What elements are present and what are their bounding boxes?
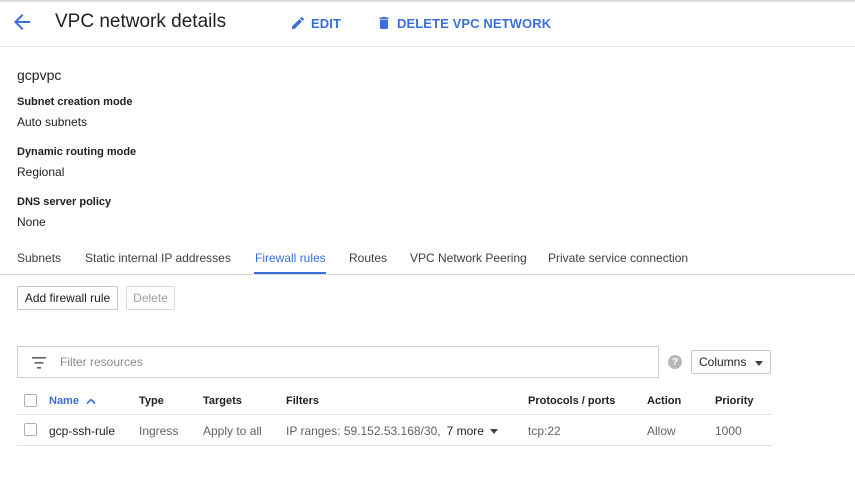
rule-targets: Apply to all xyxy=(203,424,262,438)
more-filters-toggle[interactable]: 7 more xyxy=(447,424,498,438)
row-checkbox[interactable] xyxy=(24,423,37,436)
page-title: VPC network details xyxy=(55,11,227,32)
chevron-down-icon xyxy=(489,429,498,435)
chevron-down-icon xyxy=(755,361,763,366)
rule-type: Ingress xyxy=(139,424,179,438)
column-header-action[interactable]: Action xyxy=(647,395,681,407)
help-icon[interactable]: ? xyxy=(668,355,682,369)
firewall-rules-table: Name Type Targets Filters Protocols / po… xyxy=(17,388,771,446)
rule-name[interactable]: gcp-ssh-rule xyxy=(49,424,115,438)
rule-filters-text: IP ranges: 59.152.53.168/30, xyxy=(286,424,441,438)
pencil-icon xyxy=(292,16,305,29)
subnet-creation-mode-label: Subnet creation mode xyxy=(17,96,133,108)
tab-vpc-network-peering[interactable]: VPC Network Peering xyxy=(410,251,527,265)
delete-button: Delete xyxy=(126,286,175,310)
edit-button-label: EDIT xyxy=(311,15,342,31)
tab-routes[interactable]: Routes xyxy=(349,251,387,265)
rule-priority: 1000 xyxy=(715,424,742,438)
rule-protocols: tcp:22 xyxy=(528,424,561,438)
delete-vpc-network-label: DELETE VPC NETWORK xyxy=(397,15,552,31)
sort-ascending-icon xyxy=(86,398,96,405)
filter-list-icon xyxy=(32,356,46,374)
filter-bar xyxy=(17,346,659,378)
trash-icon xyxy=(379,17,389,29)
tab-bar: Subnets Static internal IP addresses Fir… xyxy=(0,241,855,275)
more-filters-label: 7 more xyxy=(446,424,484,438)
add-firewall-rule-button[interactable]: Add firewall rule xyxy=(17,286,118,310)
rule-filters: IP ranges: 59.152.53.168/30, 7 more xyxy=(286,424,498,438)
table-header-row: Name Type Targets Filters Protocols / po… xyxy=(17,388,771,415)
tab-subnets[interactable]: Subnets xyxy=(17,251,61,265)
column-header-protocols[interactable]: Protocols / ports xyxy=(528,395,615,407)
rule-action: Allow xyxy=(647,424,676,438)
filter-resources-input[interactable] xyxy=(60,354,650,370)
delete-vpc-network-button[interactable]: DELETE VPC NETWORK xyxy=(376,13,551,33)
column-header-type[interactable]: Type xyxy=(139,395,164,407)
dns-server-policy-value: None xyxy=(17,215,46,229)
network-name: gcpvpc xyxy=(17,67,62,83)
edit-button[interactable]: EDIT xyxy=(290,13,341,33)
tab-static-internal-ip-addresses[interactable]: Static internal IP addresses xyxy=(85,251,231,265)
table-row: gcp-ssh-rule Ingress Apply to all IP ran… xyxy=(17,415,771,446)
page-header: VPC network details EDIT DELETE VPC NETW… xyxy=(0,3,855,47)
back-arrow-icon[interactable] xyxy=(10,10,34,34)
column-header-filters: Filters xyxy=(286,395,320,407)
column-header-targets[interactable]: Targets xyxy=(203,395,242,407)
columns-label: Columns xyxy=(699,355,747,369)
select-all-checkbox[interactable] xyxy=(24,394,37,407)
tab-private-service-connection[interactable]: Private service connection xyxy=(548,251,688,265)
active-tab-indicator xyxy=(254,272,326,274)
dns-server-policy-label: DNS server policy xyxy=(17,196,112,208)
column-header-name[interactable]: Name xyxy=(49,395,96,407)
column-header-priority[interactable]: Priority xyxy=(715,395,754,407)
columns-dropdown[interactable]: Columns xyxy=(691,350,771,374)
subnet-creation-mode-value: Auto subnets xyxy=(17,115,88,129)
dynamic-routing-mode-label: Dynamic routing mode xyxy=(17,146,137,158)
tab-firewall-rules[interactable]: Firewall rules xyxy=(255,251,326,265)
column-header-name-label: Name xyxy=(49,395,79,407)
dynamic-routing-mode-value: Regional xyxy=(17,165,65,179)
